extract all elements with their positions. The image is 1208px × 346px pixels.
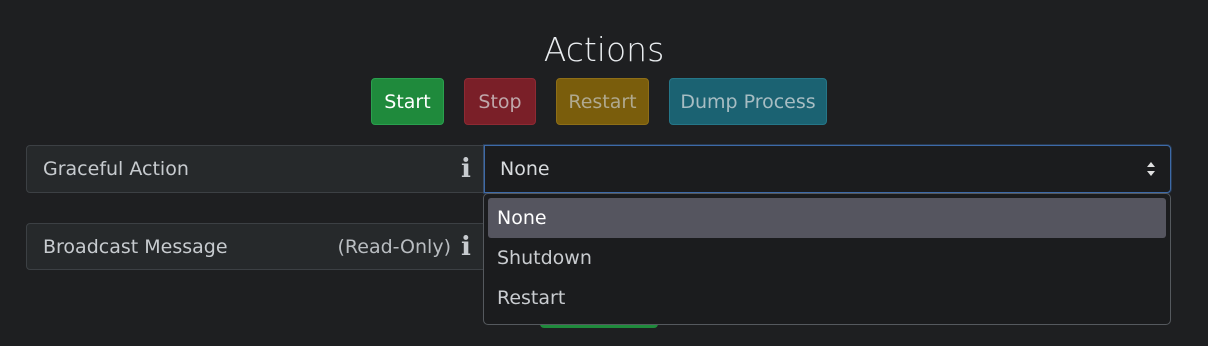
info-icon[interactable]: i bbox=[459, 232, 473, 262]
read-only-note: (Read-Only) bbox=[337, 236, 451, 258]
dropdown-option-restart[interactable]: Restart bbox=[488, 278, 1166, 318]
restart-button[interactable]: Restart bbox=[556, 78, 649, 125]
page-title: Actions bbox=[543, 30, 665, 69]
info-icon[interactable]: i bbox=[459, 154, 473, 184]
start-button[interactable]: Start bbox=[371, 78, 444, 125]
broadcast-message-label: Broadcast Message bbox=[43, 235, 228, 258]
select-caret-icon bbox=[1147, 162, 1155, 176]
graceful-action-label-box: Graceful Action i bbox=[26, 145, 484, 193]
graceful-action-label: Graceful Action bbox=[43, 158, 189, 180]
dropdown-option-shutdown[interactable]: Shutdown bbox=[488, 238, 1166, 278]
graceful-action-value: None bbox=[500, 158, 550, 180]
graceful-action-dropdown: None Shutdown Restart bbox=[483, 193, 1171, 325]
stop-button[interactable]: Stop bbox=[464, 78, 536, 125]
dropdown-option-none[interactable]: None bbox=[488, 198, 1166, 238]
graceful-action-group: Graceful Action i None bbox=[26, 145, 1171, 193]
graceful-action-select[interactable]: None bbox=[484, 145, 1171, 193]
dump-process-button[interactable]: Dump Process bbox=[669, 78, 827, 125]
broadcast-message-label-box: Broadcast Message (Read-Only) i bbox=[26, 223, 484, 270]
